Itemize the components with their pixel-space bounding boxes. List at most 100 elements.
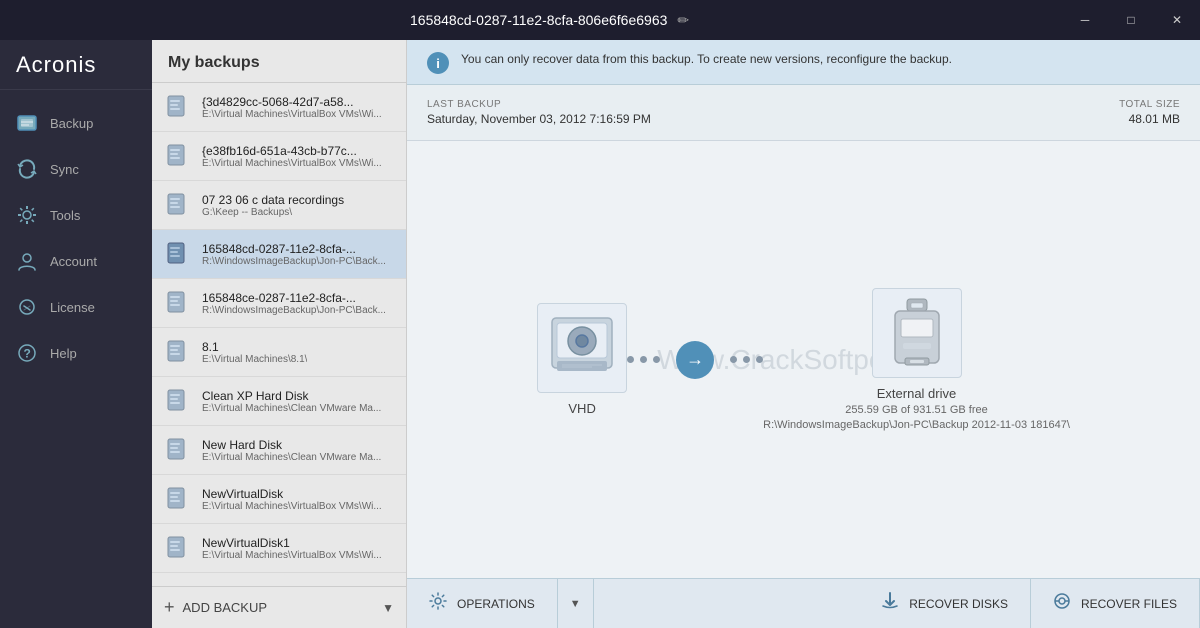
external-drive-icon [872,288,962,378]
backup-item-1[interactable]: {e38fb16d-651a-43cb-b77c... E:\Virtual M… [152,132,406,181]
backup-item-3[interactable]: 165848cd-0287-11e2-8cfa-... R:\WindowsIm… [152,230,406,279]
backup-icon [16,112,38,134]
close-button[interactable]: ✕ [1154,0,1200,40]
info-text: You can only recover data from this back… [461,50,952,68]
ext-drive-label: External drive [877,386,956,401]
vhd-label: VHD [568,401,595,416]
title-bar: 165848cd-0287-11e2-8cfa-806e6f6e6963 ✏ ─… [0,0,1200,40]
maximize-button[interactable]: □ [1108,0,1154,40]
bottom-toolbar: OPERATIONS ▼ RECOVER DISKS RE [407,578,1200,628]
operations-button[interactable]: OPERATIONS [407,579,558,628]
license-icon [16,296,38,318]
chevron-down-icon[interactable]: ▼ [382,601,394,615]
sidebar-item-help-label: Help [50,346,77,361]
dot-4 [730,356,737,363]
sidebar-item-license[interactable]: License [0,284,152,330]
external-drive-dest: External drive 255.59 GB of 931.51 GB fr… [763,288,1070,431]
backup-item-name-4: 165848ce-0287-11e2-8cfa-... [202,291,386,305]
sidebar-nav: Backup Sync [0,90,152,628]
ext-drive-path: R:\WindowsImageBackup\Jon-PC\Backup 2012… [763,419,1070,431]
dot-5 [743,356,750,363]
minimize-button[interactable]: ─ [1062,0,1108,40]
vhd-icon [537,303,627,393]
backup-item-path-8: E:\Virtual Machines\VirtualBox VMs\Wi... [202,501,382,512]
backup-item-path-9: E:\Virtual Machines\VirtualBox VMs\Wi... [202,550,382,561]
backup-item-name-7: New Hard Disk [202,438,381,452]
backup-item-4[interactable]: 165848ce-0287-11e2-8cfa-... R:\WindowsIm… [152,279,406,328]
last-backup-value: Saturday, November 03, 2012 7:16:59 PM [427,112,651,126]
sync-icon [16,158,38,180]
backup-file-icon-3 [164,240,192,268]
backup-meta: LAST BACKUP Saturday, November 03, 2012 … [407,85,1200,141]
backup-item-path-6: E:\Virtual Machines\Clean VMware Ma... [202,403,381,414]
last-backup-label: LAST BACKUP [427,99,651,110]
title-bar-title: 165848cd-0287-11e2-8cfa-806e6f6e6963 [410,12,667,28]
arrow-icon: → [676,341,714,379]
backup-item-name-8: NewVirtualDisk [202,487,382,501]
recover-disks-icon [881,592,899,615]
last-backup-meta: LAST BACKUP Saturday, November 03, 2012 … [427,99,651,126]
backup-item-name-6: Clean XP Hard Disk [202,389,381,403]
sidebar-item-account-label: Account [50,254,97,269]
logo-text: Acronis [16,52,96,78]
backup-file-icon-4 [164,289,192,317]
info-icon: i [427,52,449,74]
recover-files-label: RECOVER FILES [1081,597,1177,611]
backup-item-9[interactable]: NewVirtualDisk1 E:\Virtual Machines\Virt… [152,524,406,573]
sidebar-item-license-label: License [50,300,95,315]
backup-item-0[interactable]: {3d4829cc-5068-42d7-a58... E:\Virtual Ma… [152,83,406,132]
operations-gear-icon [429,592,447,615]
backup-item-8[interactable]: NewVirtualDisk E:\Virtual Machines\Virtu… [152,475,406,524]
backup-visual: Www.CrackSoftpc.Com VHD [407,141,1200,578]
sidebar-item-account[interactable]: Account [0,238,152,284]
operations-label: OPERATIONS [457,597,535,611]
dot-1 [627,356,634,363]
backup-file-icon-1 [164,142,192,170]
sidebar: Acronis Backup [0,0,152,628]
add-backup-footer[interactable]: + ADD BACKUP ▼ [152,586,406,628]
add-backup-label: ADD BACKUP [183,600,268,615]
backup-item-path-5: E:\Virtual Machines\8.1\ [202,354,307,365]
backup-item-7[interactable]: New Hard Disk E:\Virtual Machines\Clean … [152,426,406,475]
edit-title-icon[interactable]: ✏ [677,12,689,29]
backup-file-icon-6 [164,387,192,415]
backup-item-name-0: {3d4829cc-5068-42d7-a58... [202,95,382,109]
tools-icon [16,204,38,226]
sidebar-item-tools[interactable]: Tools [0,192,152,238]
total-size-label: TOTAL SIZE [1119,99,1180,110]
help-icon: ? [16,342,38,364]
add-backup-button[interactable]: + ADD BACKUP [164,597,267,618]
add-icon: + [164,597,175,618]
dots-left [627,356,660,363]
backup-item-path-1: E:\Virtual Machines\VirtualBox VMs\Wi... [202,158,382,169]
backup-item-2[interactable]: 07 23 06 c data recordings G:\Keep -- Ba… [152,181,406,230]
backup-file-icon-7 [164,436,192,464]
usb-drive-svg [877,293,957,373]
operations-expand-button[interactable]: ▼ [558,579,594,628]
sidebar-item-sync[interactable]: Sync [0,146,152,192]
backup-file-icon-2 [164,191,192,219]
backup-item-path-4: R:\WindowsImageBackup\Jon-PC\Back... [202,305,386,316]
recover-files-button[interactable]: RECOVER FILES [1031,579,1200,628]
backup-file-icon [164,93,192,121]
info-banner: i You can only recover data from this ba… [407,40,1200,85]
recover-disks-label: RECOVER DISKS [909,597,1008,611]
sidebar-item-sync-label: Sync [50,162,79,177]
backup-item-path-3: R:\WindowsImageBackup\Jon-PC\Back... [202,256,386,267]
dot-6 [756,356,763,363]
sidebar-item-help[interactable]: ? Help [0,330,152,376]
total-size-value: 48.01 MB [1119,112,1180,126]
backup-list-header: My backups [152,40,406,83]
recover-disks-button[interactable]: RECOVER DISKS [859,579,1031,628]
vhd-source: VHD [537,303,627,416]
backup-item-path-0: E:\Virtual Machines\VirtualBox VMs\Wi... [202,109,382,120]
backup-file-icon-5 [164,338,192,366]
total-size-meta: TOTAL SIZE 48.01 MB [1119,99,1180,126]
backup-item-name-9: NewVirtualDisk1 [202,536,382,550]
backup-item-name-1: {e38fb16d-651a-43cb-b77c... [202,144,382,158]
dot-3 [653,356,660,363]
backup-item-5[interactable]: 8.1 E:\Virtual Machines\8.1\ [152,328,406,377]
backup-item-path-2: G:\Keep -- Backups\ [202,207,344,218]
backup-item-6[interactable]: Clean XP Hard Disk E:\Virtual Machines\C… [152,377,406,426]
sidebar-item-backup[interactable]: Backup [0,100,152,146]
